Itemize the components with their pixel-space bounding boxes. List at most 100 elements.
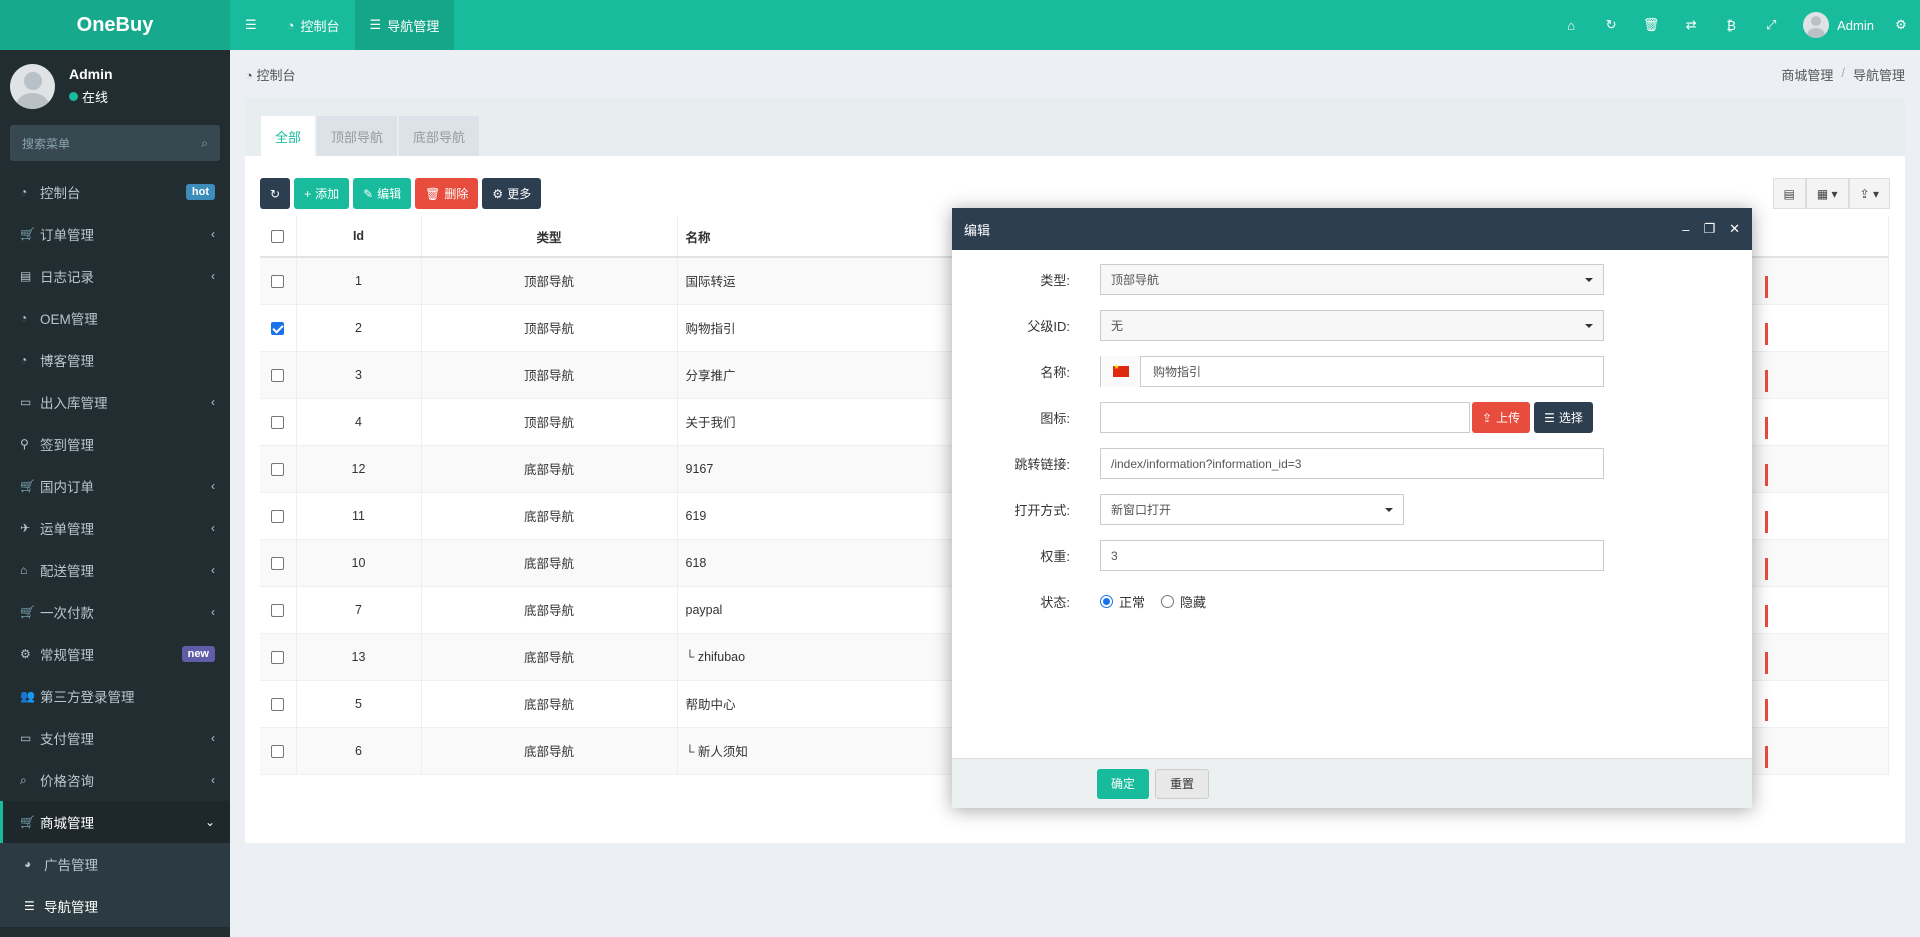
reset-button[interactable]: 重置: [1155, 768, 1210, 799]
row-checkbox[interactable]: [271, 321, 285, 335]
row-checkbox[interactable]: [271, 274, 285, 288]
tab-all[interactable]: 全部: [261, 116, 316, 156]
dialog-footer: 确定 重置: [952, 758, 1752, 808]
row-checkbox[interactable]: [271, 603, 285, 617]
trash-icon[interactable]: 🗑: [1631, 0, 1671, 50]
dashboard-icon: ◔: [20, 185, 28, 199]
sidebar-item-one-time-payment[interactable]: 🛒 一次付款 ‹: [0, 591, 230, 633]
sidebar-search-input[interactable]: 搜索菜单 ⌕: [10, 125, 220, 161]
row-checkbox[interactable]: [271, 415, 285, 429]
row-action-button[interactable]: [1765, 276, 1768, 298]
row-action-button[interactable]: [1765, 464, 1768, 486]
sidebar-toggle-button[interactable]: ☰: [230, 0, 272, 50]
columns-button[interactable]: ▦ ▾: [1805, 178, 1849, 209]
choose-button[interactable]: ☰ 选择: [1534, 402, 1593, 433]
refresh-icon[interactable]: ↻: [1591, 0, 1631, 50]
tab-top-nav[interactable]: 顶部导航: [317, 116, 398, 156]
add-button[interactable]: + 添加: [294, 178, 350, 209]
fullscreen-icon[interactable]: ⤢: [1751, 0, 1791, 50]
row-checkbox[interactable]: [271, 697, 285, 711]
sidebar-subitem-ads[interactable]: ◕ 广告管理: [0, 843, 230, 885]
open-mode-select[interactable]: 新窗口打开: [1100, 494, 1404, 525]
confirm-button[interactable]: 确定: [1097, 768, 1150, 799]
china-flag-icon[interactable]: [1101, 356, 1141, 387]
status-hidden-radio[interactable]: [1161, 595, 1175, 608]
row-action-button[interactable]: [1765, 511, 1768, 533]
sidebar-item-mall[interactable]: 🛒 商城管理 ⌄: [0, 801, 230, 843]
toggle-view-button[interactable]: ▤: [1772, 178, 1806, 209]
row-checkbox[interactable]: [271, 462, 285, 476]
row-action-button[interactable]: [1765, 652, 1768, 674]
sidebar-item-delivery[interactable]: ⌂ 配送管理 ‹: [0, 549, 230, 591]
select-all-checkbox[interactable]: [271, 230, 285, 244]
export-button[interactable]: ⇪ ▾: [1848, 178, 1890, 209]
header-type[interactable]: 类型: [421, 216, 678, 258]
link-input[interactable]: /index/information?information_id=3: [1100, 448, 1604, 479]
search-icon[interactable]: ⌕: [201, 136, 208, 151]
sidebar-item-general[interactable]: ⚙ 常规管理 new: [0, 633, 230, 675]
row-checkbox[interactable]: [271, 509, 285, 523]
tab-nav-management[interactable]: ☰ 导航管理: [354, 0, 455, 50]
parent-select[interactable]: 无: [1100, 310, 1604, 341]
row-action-button[interactable]: [1765, 417, 1768, 439]
row-checkbox[interactable]: [271, 556, 285, 570]
row-checkbox[interactable]: [271, 368, 285, 382]
sidebar-item-label: 控制台: [40, 186, 81, 201]
maximize-icon[interactable]: ❐: [1703, 221, 1715, 237]
sidebar-item-logs[interactable]: ▤ 日志记录 ‹: [0, 255, 230, 297]
home-icon[interactable]: ⌂: [1551, 0, 1591, 50]
translate-icon[interactable]: ⇄: [1671, 0, 1711, 50]
cell-id: 7: [296, 586, 422, 634]
sidebar-item-oem[interactable]: ◔ OEM管理: [0, 297, 230, 339]
close-icon[interactable]: ✕: [1729, 221, 1740, 237]
sidebar-item-blog[interactable]: ◔ 博客管理: [0, 339, 230, 381]
row-action-button[interactable]: [1765, 699, 1768, 721]
list-icon: ☰: [1544, 410, 1555, 425]
row-checkbox[interactable]: [271, 744, 285, 758]
breadcrumb-home[interactable]: ◔ 控制台: [245, 65, 296, 84]
gears-icon[interactable]: ⚙: [1888, 0, 1914, 50]
sidebar-item-checkin[interactable]: ⚲ 签到管理: [0, 423, 230, 465]
radio-label[interactable]: 隐藏: [1180, 592, 1206, 611]
sidebar-item-inventory[interactable]: ▭ 出入库管理 ‹: [0, 381, 230, 423]
minimize-icon[interactable]: –: [1682, 222, 1689, 237]
bitcoin-icon[interactable]: ₿: [1711, 0, 1751, 50]
weight-input[interactable]: 3: [1100, 540, 1604, 571]
row-checkbox[interactable]: [271, 650, 285, 664]
sidebar-item-waybills[interactable]: ✈ 运单管理 ‹: [0, 507, 230, 549]
sidebar-item-label: 博客管理: [40, 354, 94, 369]
sidebar-item-price-inquiry[interactable]: ⌕ 价格咨询 ‹: [0, 759, 230, 801]
breadcrumb-item[interactable]: 商城管理: [1781, 65, 1833, 84]
user-menu[interactable]: Admin: [1791, 12, 1888, 38]
breadcrumb-item[interactable]: 导航管理: [1853, 65, 1905, 84]
icon-input[interactable]: [1100, 402, 1470, 433]
chevron-left-icon: ‹: [211, 731, 215, 745]
upload-button[interactable]: ⇪ 上传: [1472, 402, 1531, 433]
header-id[interactable]: Id: [296, 216, 422, 258]
row-action-button[interactable]: [1765, 370, 1768, 392]
app-logo[interactable]: OneBuy: [0, 0, 230, 50]
row-action-button[interactable]: [1765, 323, 1768, 345]
tab-dashboard[interactable]: ◔ 控制台: [272, 0, 355, 50]
refresh-button[interactable]: ↻: [260, 178, 291, 209]
name-input[interactable]: 购物指引: [1141, 363, 1201, 380]
flag-image: [1112, 363, 1129, 377]
avatar: [1803, 12, 1830, 38]
sidebar-item-third-party-login[interactable]: 👥 第三方登录管理: [0, 675, 230, 717]
sidebar-item-domestic-orders[interactable]: 🛒 国内订单 ‹: [0, 465, 230, 507]
delete-button[interactable]: 🗑 删除: [415, 178, 479, 209]
row-action-button[interactable]: [1765, 605, 1768, 627]
field-weight-row: 权重: 3: [952, 540, 1604, 571]
row-action-button[interactable]: [1765, 558, 1768, 580]
status-normal-radio[interactable]: [1100, 595, 1113, 608]
tab-bottom-nav[interactable]: 底部导航: [399, 116, 480, 156]
more-button[interactable]: ⚙ 更多: [482, 178, 542, 209]
sidebar-item-payment[interactable]: ▭ 支付管理 ‹: [0, 717, 230, 759]
radio-label[interactable]: 正常: [1119, 592, 1145, 611]
sidebar-item-orders[interactable]: 🛒 订单管理 ‹: [0, 213, 230, 255]
sidebar-item-dashboard[interactable]: ◔ 控制台 hot: [0, 171, 230, 213]
row-action-button[interactable]: [1765, 746, 1768, 768]
edit-button[interactable]: ✎ 编辑: [353, 178, 412, 209]
type-select[interactable]: 顶部导航: [1100, 264, 1604, 295]
sidebar-subitem-nav[interactable]: ☰ 导航管理: [0, 885, 230, 927]
